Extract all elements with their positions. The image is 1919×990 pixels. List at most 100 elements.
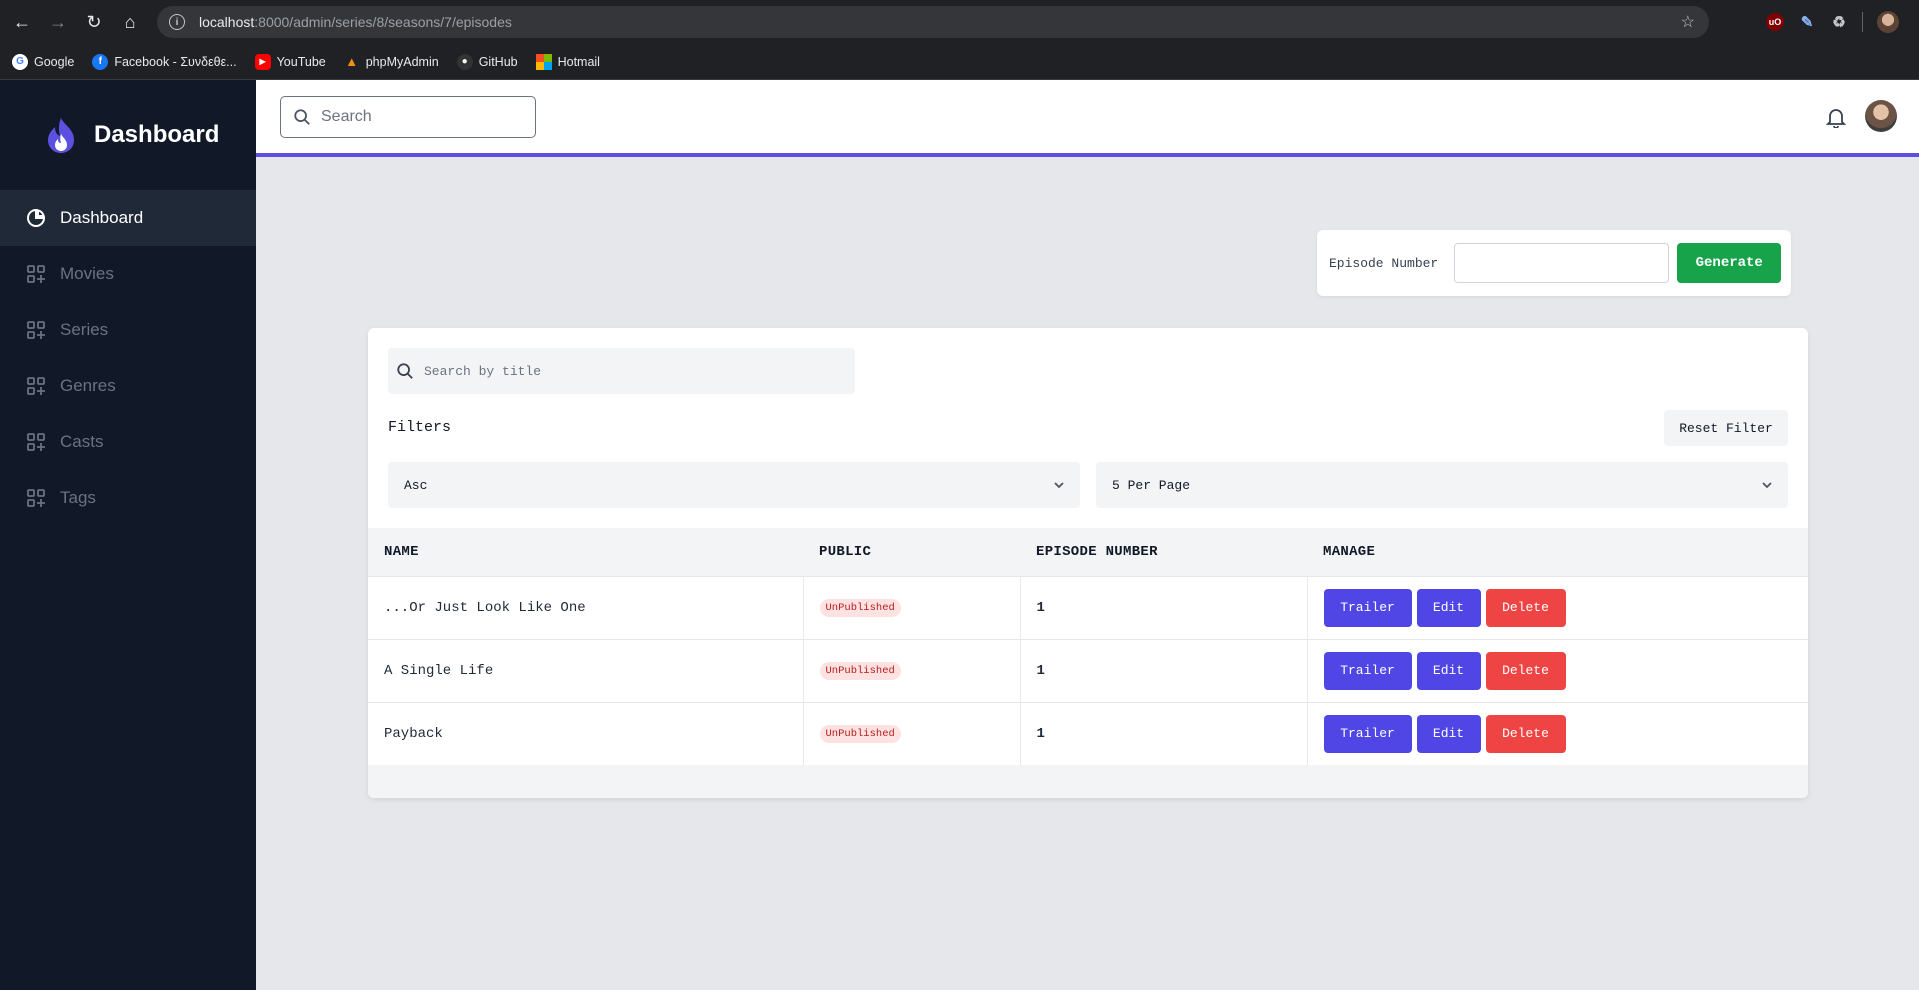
sidebar-item-genres[interactable]: Genres <box>0 358 256 414</box>
bookmark-facebook[interactable]: f Facebook - Συνδεθε... <box>92 53 237 70</box>
bookmarks-bar: G Google f Facebook - Συνδεθε... ▶ YouTube … <box>0 44 1919 80</box>
sidebar-item-dashboard[interactable]: Dashboard <box>0 190 256 246</box>
bookmark-hotmail[interactable]: Hotmail <box>535 53 600 70</box>
phpmyadmin-icon: ▲ <box>345 54 359 69</box>
bookmark-phpmyadmin[interactable]: ▲ phpMyAdmin <box>344 54 438 70</box>
delete-button[interactable]: Delete <box>1485 588 1566 627</box>
edit-button[interactable]: Edit <box>1416 714 1481 753</box>
profile-avatar[interactable] <box>1877 11 1899 33</box>
search-input[interactable] <box>321 108 521 126</box>
trailer-button[interactable]: Trailer <box>1323 651 1412 690</box>
hotmail-icon <box>535 53 552 70</box>
episodes-table-card: Filters Reset Filter Asc 5 Per Page NAME… <box>368 328 1808 798</box>
browser-toolbar: ← → ↻ ⌂ i localhost:8000/admin/series/8/… <box>0 0 1919 44</box>
public-cell: UnPublished <box>803 702 1021 765</box>
grid-plus-icon <box>27 433 45 451</box>
table-row: Payback UnPublished 1 Trailer Edit Delete <box>368 702 1808 765</box>
site-info-icon[interactable]: i <box>169 14 185 30</box>
brand[interactable]: Dashboard <box>0 80 256 190</box>
search-icon <box>397 363 413 379</box>
generate-button[interactable]: Generate <box>1677 243 1782 283</box>
delete-button[interactable]: Delete <box>1485 714 1566 753</box>
episode-number: 1 <box>1020 639 1308 702</box>
episode-number-label: Episode Number <box>1329 255 1439 271</box>
table-footer <box>368 765 1808 798</box>
pie-chart-icon <box>27 208 46 227</box>
sidebar-item-label: Casts <box>60 432 104 451</box>
address-bar[interactable]: i localhost:8000/admin/series/8/seasons/… <box>157 6 1709 38</box>
title-search-input[interactable] <box>424 363 844 379</box>
column-header-episode-number: EPISODE NUMBER <box>1036 543 1158 560</box>
forward-icon[interactable]: → <box>40 4 76 40</box>
facebook-icon: f <box>92 53 109 70</box>
sidebar-item-label: Series <box>60 320 109 339</box>
per-page-select[interactable]: 5 Per Page <box>1096 462 1788 508</box>
generate-episode-card: Episode Number Generate <box>1317 230 1791 296</box>
brand-title: Dashboard <box>94 121 220 148</box>
delete-button[interactable]: Delete <box>1485 651 1566 690</box>
ublock-icon[interactable]: uO <box>1766 13 1784 31</box>
bookmark-github[interactable]: ● GitHub <box>456 53 518 70</box>
github-icon: ● <box>456 53 473 70</box>
status-badge: UnPublished <box>819 598 901 617</box>
episode-number: 1 <box>1020 576 1308 639</box>
extensions-icon[interactable]: ♻ <box>1830 13 1848 31</box>
extensions-area: uO ✎ ♻ <box>1766 6 1899 38</box>
status-badge: UnPublished <box>819 724 901 743</box>
bell-icon[interactable] <box>1825 106 1847 128</box>
column-header-manage: MANAGE <box>1323 543 1376 560</box>
title-search[interactable] <box>388 348 855 394</box>
episode-number: 1 <box>1020 702 1308 765</box>
grid-plus-icon <box>27 265 45 283</box>
eyedropper-icon[interactable]: ✎ <box>1798 13 1816 31</box>
status-badge: UnPublished <box>819 661 901 680</box>
column-header-name: NAME <box>384 543 419 560</box>
top-header <box>256 80 1919 157</box>
home-icon[interactable]: ⌂ <box>112 4 148 40</box>
public-cell: UnPublished <box>803 576 1021 639</box>
url-text[interactable]: localhost:8000/admin/series/8/seasons/7/… <box>199 14 512 30</box>
public-cell: UnPublished <box>803 639 1021 702</box>
episode-number-input[interactable] <box>1454 243 1670 283</box>
sidebar-item-movies[interactable]: Movies <box>0 246 256 302</box>
flame-logo-icon <box>48 118 74 153</box>
sidebar-item-series[interactable]: Series <box>0 302 256 358</box>
column-header-public: PUBLIC <box>819 543 872 560</box>
filters-label: Filters <box>388 419 452 436</box>
manage-cell: Trailer Edit Delete <box>1307 702 1808 765</box>
manage-cell: Trailer Edit Delete <box>1307 576 1808 639</box>
table-row: ...Or Just Look Like One UnPublished 1 T… <box>368 576 1808 639</box>
table-row: A Single Life UnPublished 1 Trailer Edit D… <box>368 639 1808 702</box>
sidebar-item-label: Movies <box>60 264 114 283</box>
sidebar-item-label: Dashboard <box>60 208 144 227</box>
user-avatar[interactable] <box>1865 100 1897 132</box>
trailer-button[interactable]: Trailer <box>1323 714 1412 753</box>
reload-icon[interactable]: ↻ <box>76 4 112 40</box>
bookmark-star-icon[interactable]: ☆ <box>1681 12 1695 32</box>
divider <box>1862 12 1863 32</box>
edit-button[interactable]: Edit <box>1416 588 1481 627</box>
grid-plus-icon <box>27 377 45 395</box>
bookmark-google[interactable]: G Google <box>12 53 74 70</box>
sidebar-item-casts[interactable]: Casts <box>0 414 256 470</box>
youtube-icon: ▶ <box>254 53 271 70</box>
chevron-down-icon <box>1054 482 1064 489</box>
bookmark-youtube[interactable]: ▶ YouTube <box>254 53 326 70</box>
episode-name: Payback <box>368 702 804 765</box>
global-search[interactable] <box>280 96 536 138</box>
manage-cell: Trailer Edit Delete <box>1307 639 1808 702</box>
sidebar-item-tags[interactable]: Tags <box>0 470 256 526</box>
episode-name: A Single Life <box>368 639 804 702</box>
reset-filter-button[interactable]: Reset Filter <box>1664 410 1788 446</box>
per-page-select-value: 5 Per Page <box>1112 477 1191 493</box>
order-select[interactable]: Asc <box>388 462 1080 508</box>
order-select-value: Asc <box>404 477 428 493</box>
edit-button[interactable]: Edit <box>1416 651 1481 690</box>
grid-plus-icon <box>27 321 45 339</box>
episodes-table: NAME PUBLIC EPISODE NUMBER MANAGE ...Or … <box>368 528 1808 765</box>
back-icon[interactable]: ← <box>4 4 40 40</box>
chevron-down-icon <box>1762 482 1772 489</box>
sidebar-item-label: Genres <box>60 376 116 395</box>
sidebar: Dashboard Dashboard Movies Series Genres… <box>0 80 256 990</box>
trailer-button[interactable]: Trailer <box>1323 588 1412 627</box>
